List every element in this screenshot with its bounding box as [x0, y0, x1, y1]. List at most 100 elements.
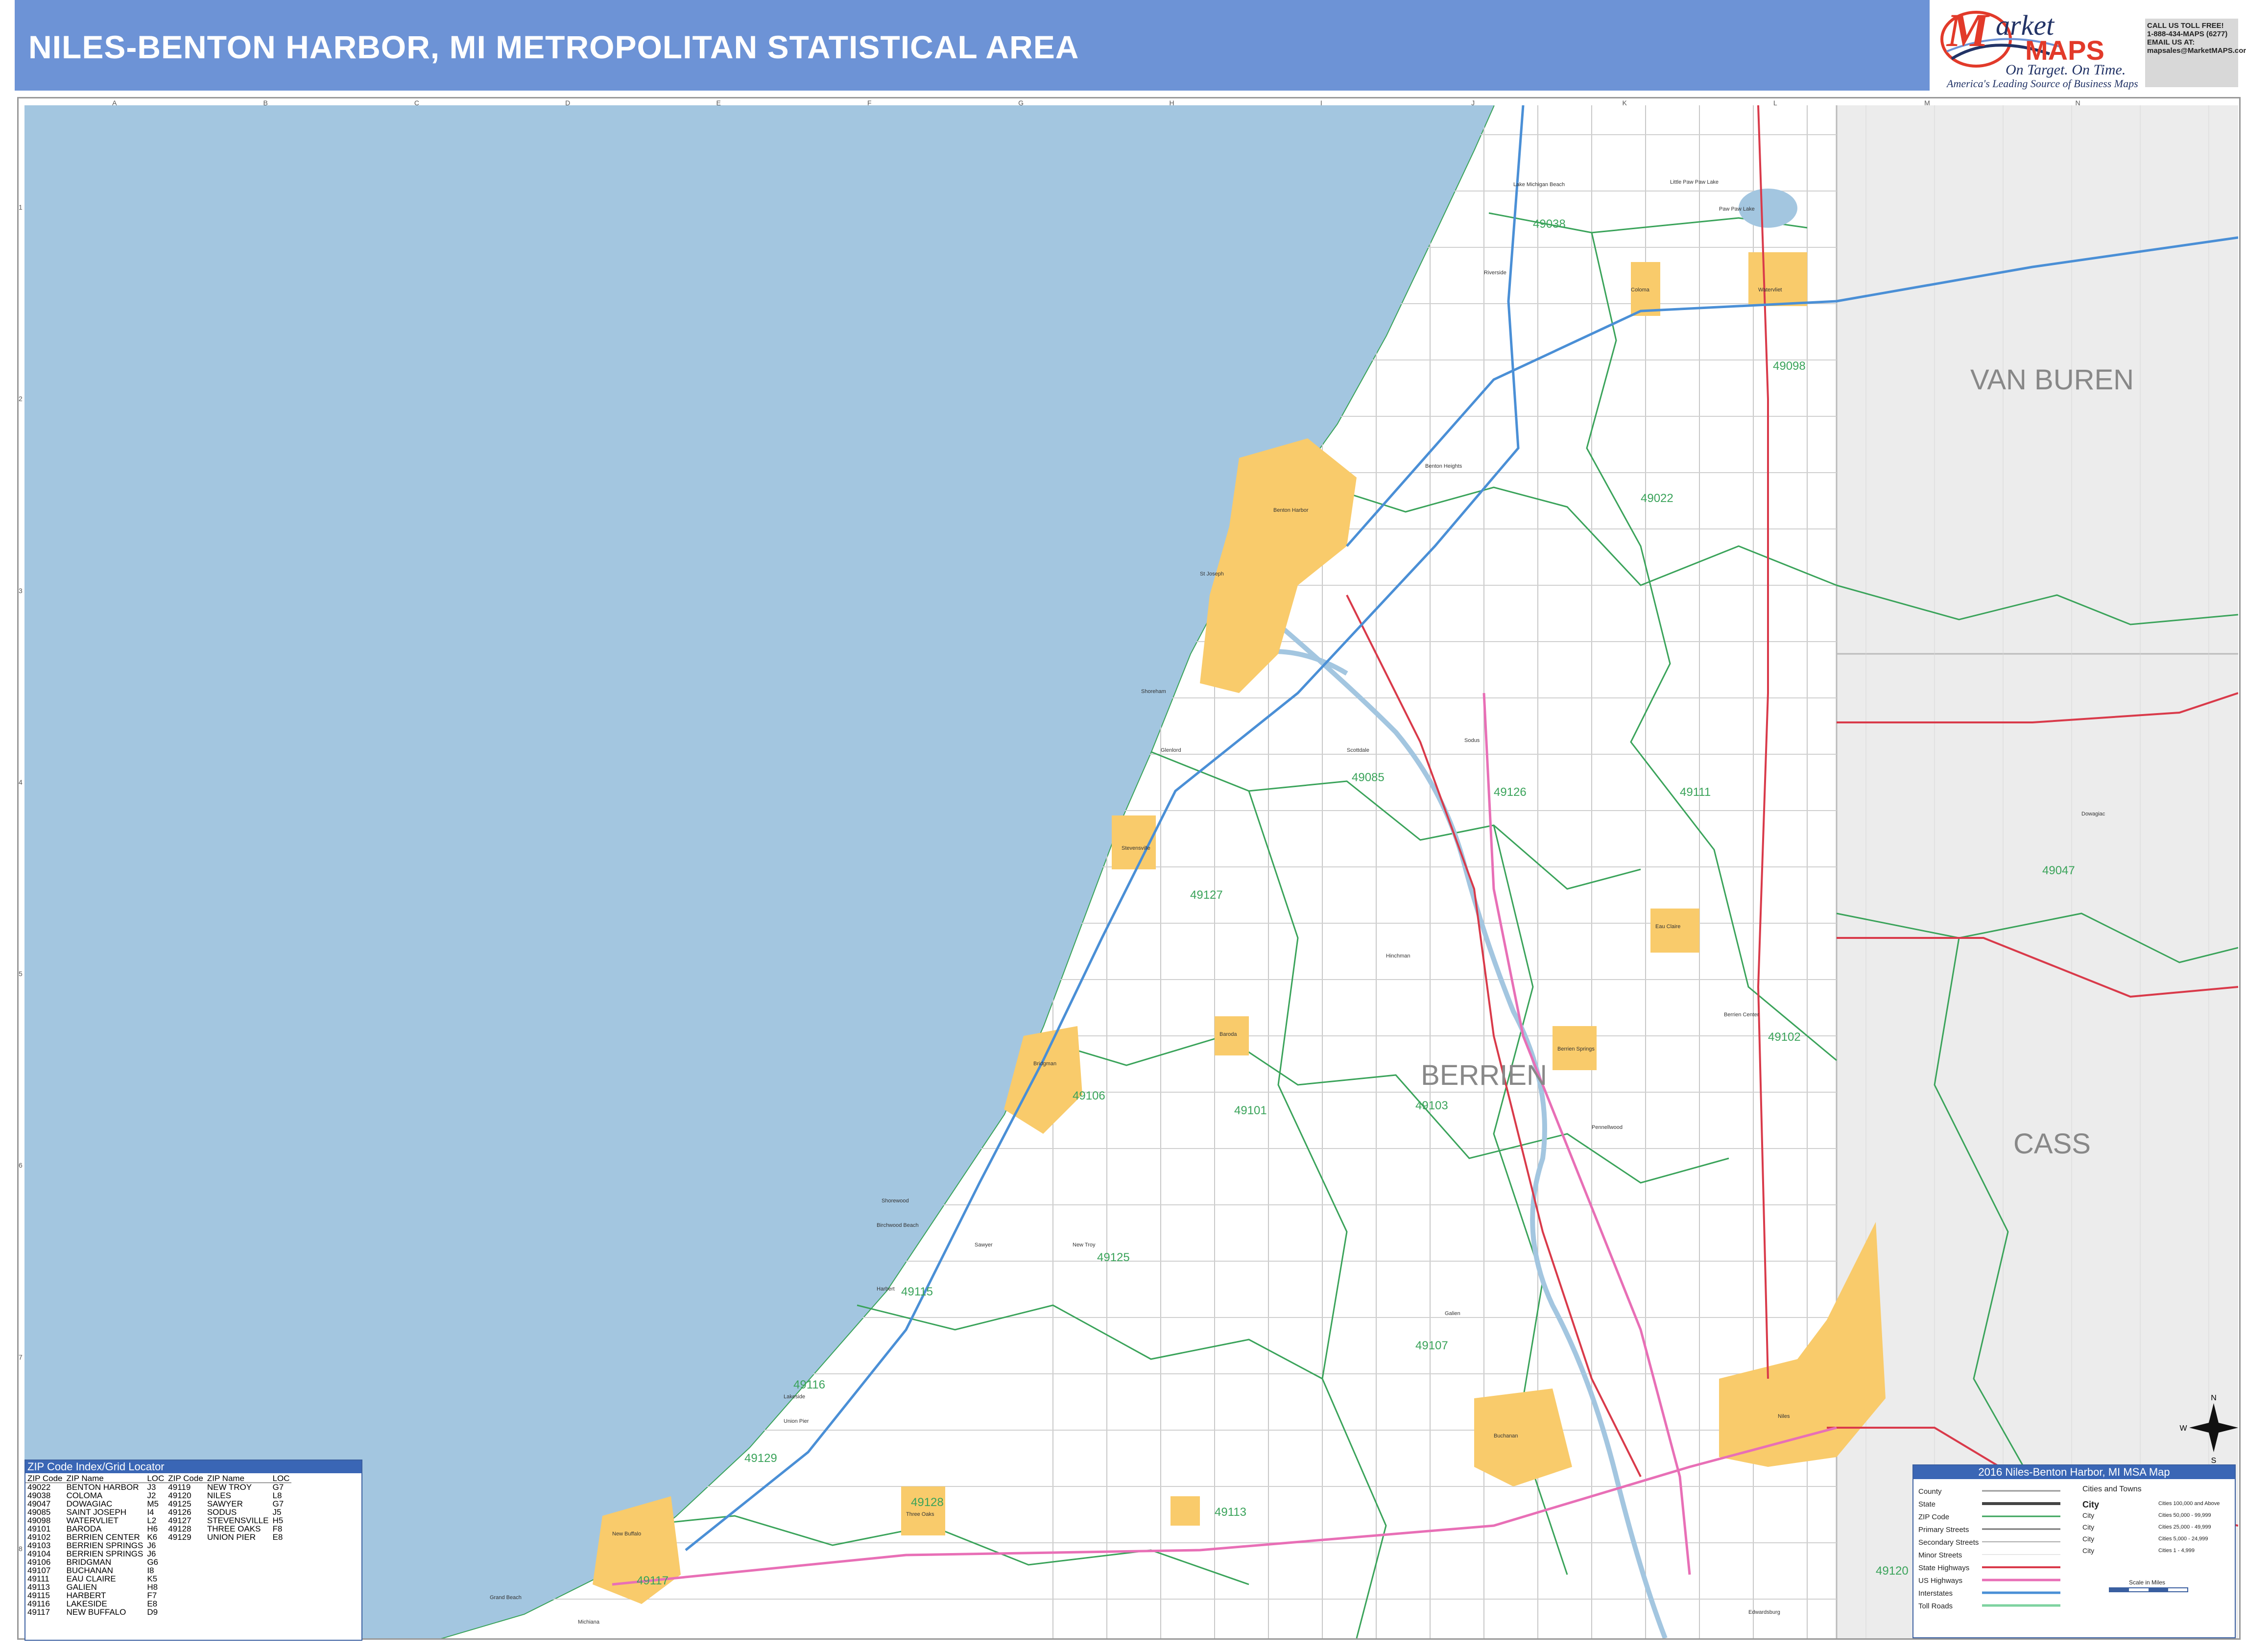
- zip-index-row[interactable]: 49113 GALIEN H8: [25, 1583, 291, 1591]
- zip-index-cell: [270, 1575, 291, 1583]
- place-label[interactable]: Riverside: [1484, 270, 1506, 276]
- zip-label[interactable]: 49022: [1641, 492, 1673, 505]
- place-label[interactable]: Edwardsburg: [1748, 1609, 1780, 1615]
- place-label[interactable]: Shorewood: [882, 1198, 909, 1204]
- legend-item-label: Toll Roads: [1918, 1602, 1953, 1610]
- zip-index-row[interactable]: 49098 WATERVLIET L2 49127 STEVENSVILLE H5: [25, 1516, 291, 1525]
- zip-label[interactable]: 49107: [1415, 1339, 1448, 1352]
- place-label[interactable]: Dowagiac: [2081, 811, 2105, 817]
- place-label[interactable]: Sawyer: [975, 1242, 993, 1248]
- zip-label[interactable]: 49116: [793, 1378, 825, 1391]
- zip-index-cell: 49116: [27, 1599, 50, 1608]
- zip-label[interactable]: 49117: [637, 1574, 669, 1587]
- zip-code-index: ZIP Code Index/Grid Locator ZIP Code ZIP…: [24, 1460, 362, 1641]
- legend-city-range: Cities 1 - 4,999: [2158, 1548, 2195, 1554]
- zip-index-row[interactable]: 49047 DOWAGIAC M5 49125 SAWYER G7: [25, 1500, 291, 1508]
- zip-index-row[interactable]: 49115 HARBERT F7: [25, 1591, 291, 1600]
- zip-index-cell: SODUS: [207, 1508, 237, 1517]
- zip-index-cell: 49101: [27, 1524, 51, 1533]
- place-label[interactable]: Benton Heights: [1425, 463, 1462, 469]
- zip-index-row[interactable]: 49104 BERRIEN SPRINGS J6: [25, 1550, 291, 1558]
- place-label[interactable]: Three Oaks: [906, 1511, 934, 1517]
- zip-label[interactable]: 49111: [1680, 786, 1711, 799]
- zip-label[interactable]: 49102: [1768, 1030, 1801, 1044]
- place-label[interactable]: Michiana: [578, 1619, 600, 1625]
- zip-label[interactable]: 49128: [911, 1496, 944, 1509]
- place-label[interactable]: New Buffalo: [612, 1531, 641, 1537]
- zip-index-cell: [205, 1550, 271, 1558]
- place-label[interactable]: Coloma: [1631, 287, 1650, 293]
- place-label[interactable]: Baroda: [1219, 1031, 1237, 1037]
- place-label[interactable]: Bridgman: [1033, 1061, 1056, 1067]
- place-label[interactable]: Lake Michigan Beach: [1513, 182, 1565, 188]
- zip-label[interactable]: 49127: [1190, 888, 1223, 902]
- legend-scale-label: Scale in Miles: [2129, 1579, 2166, 1586]
- zip-index-row[interactable]: 49116 LAKESIDE E8: [25, 1600, 291, 1608]
- place-label[interactable]: Harbert: [877, 1286, 895, 1292]
- zip-index-row[interactable]: 49107 BUCHANAN I8: [25, 1566, 291, 1575]
- legend-item-label: County: [1918, 1487, 1942, 1496]
- zip-index-header: ZIP Name: [205, 1474, 271, 1483]
- zip-index-row[interactable]: 49106 BRIDGMAN G6: [25, 1558, 291, 1566]
- zip-index-row[interactable]: 49038 COLOMA J2 49120 NILES L8: [25, 1491, 291, 1500]
- city-area-galien: [1171, 1496, 1200, 1526]
- place-label[interactable]: Berrien Springs: [1557, 1046, 1595, 1052]
- zip-index-cell: 49103: [27, 1541, 51, 1550]
- legend-item-label: State: [1918, 1500, 1936, 1508]
- place-label[interactable]: Stevensville: [1122, 845, 1150, 851]
- place-label[interactable]: Grand Beach: [490, 1595, 522, 1601]
- place-label[interactable]: Birchwood Beach: [877, 1222, 919, 1228]
- place-label[interactable]: Watervliet: [1758, 287, 1782, 293]
- grid-column-label: A: [112, 99, 117, 107]
- zip-index-cell: G6: [147, 1557, 159, 1567]
- place-label[interactable]: Glenlord: [1161, 747, 1181, 753]
- zip-label[interactable]: 49106: [1073, 1089, 1105, 1102]
- zip-index-cell: 49126: [168, 1508, 191, 1517]
- zip-index-row[interactable]: 49111 EAU CLAIRE K5: [25, 1575, 291, 1583]
- zip-label[interactable]: 49103: [1415, 1099, 1448, 1112]
- place-label[interactable]: Berrien Center: [1724, 1012, 1759, 1018]
- zip-label[interactable]: 49085: [1352, 771, 1385, 784]
- zip-index-row[interactable]: 49022 BENTON HARBOR J3 49119 NEW TROY G7: [25, 1483, 291, 1492]
- contact-box: CALL US TOLL FREE! 1-888-434-MAPS (6277)…: [2145, 19, 2246, 87]
- place-label[interactable]: Union Pier: [784, 1418, 809, 1424]
- place-label[interactable]: St Joseph: [1200, 571, 1224, 577]
- zip-label[interactable]: 49126: [1494, 786, 1527, 799]
- zip-label[interactable]: 49101: [1234, 1104, 1267, 1117]
- zip-label[interactable]: 49038: [1533, 217, 1566, 231]
- place-label[interactable]: Sodus: [1464, 738, 1480, 743]
- place-label[interactable]: Scottdale: [1347, 747, 1369, 753]
- place-label[interactable]: Niles: [1778, 1413, 1790, 1419]
- place-label[interactable]: Little Paw Paw Lake: [1670, 179, 1719, 185]
- zip-label[interactable]: 49129: [744, 1452, 777, 1465]
- zip-index-row[interactable]: 49117 NEW BUFFALO D9: [25, 1608, 291, 1616]
- zip-label[interactable]: 49098: [1773, 359, 1806, 373]
- zip-index-cell: [270, 1566, 291, 1575]
- grid-row-label: 4: [19, 778, 23, 786]
- zip-index-row[interactable]: 49103 BERRIEN SPRINGS J6: [25, 1541, 291, 1550]
- place-label[interactable]: Paw Paw Lake: [1719, 206, 1755, 212]
- map-canvas[interactable]: VAN BUREN BERRIEN CASS 49038 49098 49022…: [24, 105, 2238, 1638]
- place-label[interactable]: Hinchman: [1386, 953, 1410, 959]
- contact-link[interactable]: mapsales@MarketMAPS.com: [2147, 47, 2246, 55]
- place-label[interactable]: Shoreham: [1141, 689, 1166, 694]
- neighbor-counties-area: [1837, 105, 2238, 1638]
- place-label[interactable]: Galien: [1445, 1311, 1460, 1317]
- zip-index-cell: 49127: [168, 1516, 191, 1525]
- zip-label[interactable]: 49120: [1876, 1564, 1909, 1578]
- zip-index-row[interactable]: 49085 SAINT JOSEPH I4 49126 SODUS J5: [25, 1508, 291, 1516]
- zip-index-row[interactable]: 49102 BERRIEN CENTER K6 49129 UNION PIER E8: [25, 1533, 291, 1541]
- zip-label[interactable]: 49115: [901, 1285, 933, 1298]
- zip-label[interactable]: 49113: [1215, 1506, 1246, 1519]
- zip-index-row[interactable]: 49101 BARODA H6 49128 THREE OAKS F8: [25, 1525, 291, 1533]
- place-label[interactable]: Buchanan: [1494, 1433, 1518, 1439]
- place-label[interactable]: New Troy: [1073, 1242, 1096, 1248]
- grid-column-label: C: [414, 99, 419, 107]
- place-label[interactable]: Pennellwood: [1592, 1125, 1623, 1130]
- zip-label[interactable]: 49047: [2042, 864, 2075, 877]
- zip-label[interactable]: 49125: [1097, 1251, 1130, 1264]
- place-label[interactable]: Lakeside: [784, 1394, 805, 1400]
- place-label[interactable]: Benton Harbor: [1273, 507, 1309, 513]
- grid-row-label: 5: [19, 970, 23, 978]
- place-label[interactable]: Eau Claire: [1655, 924, 1680, 930]
